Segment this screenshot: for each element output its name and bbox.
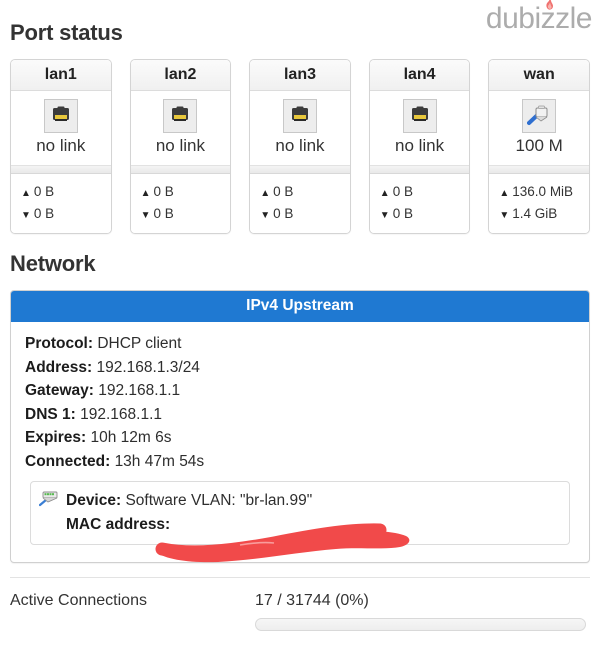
device-label: Device: (66, 492, 122, 510)
mac-address-label: MAC address: (66, 515, 171, 533)
ipv4-upstream-details: Protocol: DHCP client Address: 192.168.1… (11, 322, 589, 562)
port-card-lan2[interactable]: lan2 no link ▲ 0 B ▼ 0 B (129, 59, 232, 235)
status-page: dubizzle Port status lan1 no link ▲ 0 B … (0, 0, 600, 665)
port-traffic-stats: ▲ 0 B ▼ 0 B (130, 174, 231, 234)
port-rx-value: 0 B (153, 206, 174, 222)
row-value: 192.168.1.1 (80, 405, 163, 423)
row-value: 13h 47m 54s (114, 452, 205, 470)
port-card-lan1[interactable]: lan1 no link ▲ 0 B ▼ 0 B (10, 59, 112, 235)
network-row-gateway: Gateway: 192.168.1.1 (25, 379, 575, 403)
active-connections-value: 17 / 31744 (0%) (255, 591, 369, 609)
port-divider-strip (489, 165, 589, 175)
port-traffic-stats: ▲ 0 B ▼ 0 B (11, 174, 111, 234)
ipv4-upstream-panel: IPv4 Upstream Protocol: DHCP client Addr… (10, 290, 590, 563)
port-tx-value: 0 B (153, 184, 174, 200)
port-traffic-stats: ▲ 0 B ▼ 0 B (250, 174, 350, 234)
port-divider-strip (11, 165, 111, 175)
network-heading: Network (10, 251, 96, 277)
port-rx-value: 1.4 GiB (512, 206, 558, 222)
row-label: Gateway: (25, 382, 94, 400)
upload-arrow-icon: ▲ (21, 188, 31, 200)
port-traffic-stats: ▲ 0 B ▼ 0 B (369, 174, 470, 234)
network-row-expires: Expires: 10h 12m 6s (25, 426, 575, 450)
network-row-protocol: Protocol: DHCP client (25, 332, 575, 356)
ethernet-port-icon (43, 99, 78, 133)
port-link-status: no link (36, 136, 86, 155)
active-connections-label: Active Connections (10, 591, 147, 609)
network-switch-icon (38, 491, 59, 513)
download-arrow-icon: ▼ (499, 210, 510, 222)
ethernet-connected-icon (522, 99, 557, 133)
upload-arrow-icon: ▲ (260, 188, 271, 200)
port-tx-value: 0 B (392, 184, 413, 200)
row-label: Connected: (25, 452, 111, 470)
port-divider-strip (369, 165, 470, 175)
port-name-label: wan (489, 60, 589, 91)
download-arrow-icon: ▼ (140, 210, 151, 222)
network-row-connected: Connected: 13h 47m 54s (25, 450, 575, 474)
dubizzle-watermark: dubizzle (485, 0, 593, 35)
ethernet-port-icon (163, 99, 198, 133)
upload-arrow-icon: ▲ (140, 188, 151, 200)
port-link-status: no link (275, 136, 325, 155)
port-card-lan3[interactable]: lan3 no link ▲ 0 B ▼ 0 B (249, 59, 351, 235)
row-label: Protocol: (25, 335, 94, 353)
device-value: Software VLAN: "br-lan.99" (125, 492, 313, 510)
network-row-dns1: DNS 1: 192.168.1.1 (25, 403, 575, 427)
flame-icon (546, 0, 553, 10)
row-label: DNS 1: (25, 405, 76, 423)
active-connections-row: Active Connections 17 / 31744 (0%) (10, 578, 590, 631)
download-arrow-icon: ▼ (379, 210, 390, 222)
port-divider-strip (130, 165, 231, 175)
ethernet-port-icon (402, 99, 437, 133)
port-divider-strip (250, 165, 350, 175)
download-arrow-icon: ▼ (21, 210, 31, 222)
device-line: Device: Software VLAN: "br-lan.99" (66, 489, 312, 512)
upload-arrow-icon: ▲ (379, 188, 390, 200)
port-name-label: lan4 (369, 60, 470, 91)
ipv4-upstream-header: IPv4 Upstream (11, 291, 589, 323)
port-link-status: no link (155, 136, 205, 155)
upload-arrow-icon: ▲ (499, 188, 510, 200)
port-status-card-list: lan1 no link ▲ 0 B ▼ 0 B lan2 no link ▲ … (10, 59, 590, 235)
row-value: 10h 12m 6s (90, 429, 172, 447)
watermark-text: dubizzle (485, 2, 593, 35)
port-card-wan[interactable]: wan 100 M ▲ 136.0 MiB ▼ 1.4 GiB (488, 59, 590, 235)
row-value: 192.168.1.1 (98, 382, 181, 400)
port-tx-value: 136.0 MiB (512, 184, 574, 200)
port-name-label: lan3 (250, 60, 350, 91)
active-connections-progress-bar (255, 617, 586, 631)
mac-address-line: MAC address: (66, 513, 312, 536)
ethernet-port-icon (282, 99, 317, 133)
port-card-lan4[interactable]: lan4 no link ▲ 0 B ▼ 0 B (368, 59, 471, 235)
port-link-status: 100 M (515, 136, 563, 155)
port-name-label: lan1 (11, 60, 111, 91)
row-value: DHCP client (97, 335, 182, 353)
port-name-label: lan2 (130, 60, 231, 91)
port-tx-value: 0 B (273, 184, 294, 200)
port-rx-value: 0 B (392, 206, 413, 222)
row-label: Expires: (25, 429, 87, 447)
port-link-status: no link (395, 136, 445, 155)
row-value: 192.168.1.3/24 (96, 358, 200, 376)
device-info-box: Device: Software VLAN: "br-lan.99" MAC a… (30, 481, 570, 545)
network-row-address: Address: 192.168.1.3/24 (25, 356, 575, 380)
row-label: Address: (25, 358, 93, 376)
port-rx-value: 0 B (33, 206, 55, 222)
port-rx-value: 0 B (273, 206, 294, 222)
port-traffic-stats: ▲ 136.0 MiB ▼ 1.4 GiB (489, 174, 589, 234)
download-arrow-icon: ▼ (260, 210, 271, 222)
port-tx-value: 0 B (33, 184, 55, 200)
